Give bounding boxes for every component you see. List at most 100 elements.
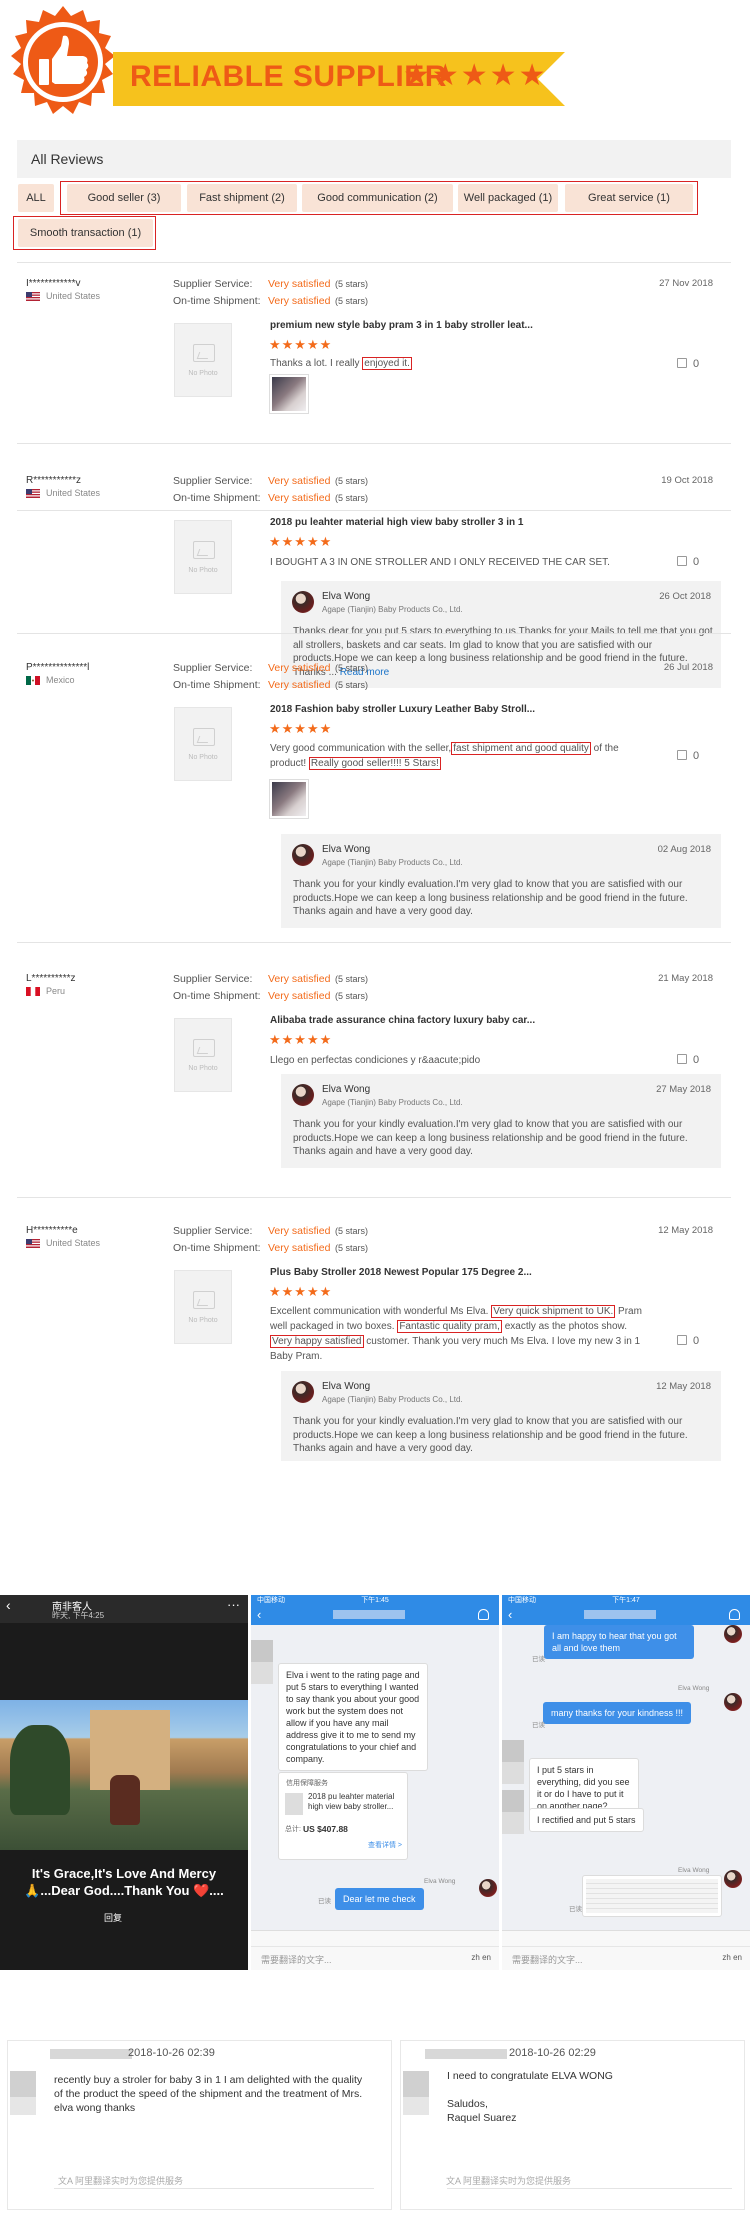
more-icon[interactable]: ··· [227, 1597, 240, 1612]
no-photo-label: No Photo [188, 1317, 218, 1324]
like-button[interactable]: 0 [677, 1054, 699, 1066]
review-text: Very good communication with the seller,… [270, 742, 619, 770]
like-button[interactable]: 0 [677, 556, 699, 568]
filter-great-service[interactable]: Great service (1) [565, 184, 693, 212]
language-toggle[interactable]: zh en [722, 1953, 742, 1962]
filter-fast-shipment[interactable]: Fast shipment (2) [187, 184, 297, 212]
product-image-placeholder[interactable]: No Photo [174, 707, 232, 781]
reply-link[interactable]: 回复 [104, 1911, 122, 1924]
chat-screenshot-1: 中国移动 下午1:45 ‹ Elva i went to the rating … [251, 1595, 499, 1970]
chat-title-blurred [333, 1610, 405, 1619]
customer-avatar-blur [502, 1762, 524, 1784]
supplier-service-stars: (5 stars) [335, 663, 369, 673]
seller-company: Agape (Tianjin) Baby Products Co., Ltd. [322, 858, 463, 867]
filter-good-communication[interactable]: Good communication (2) [302, 184, 453, 212]
product-title-link[interactable]: 2018 Fashion baby stroller Luxury Leathe… [270, 704, 535, 715]
product-image-placeholder[interactable]: No Photo [174, 520, 232, 594]
reviewer-name: H**********e [26, 1225, 78, 1236]
supplier-service-value: Very satisfied [268, 278, 331, 290]
review-text: Excellent communication with wonderful M… [270, 1305, 642, 1362]
product-title-link[interactable]: Plus Baby Stroller 2018 Newest Popular 1… [270, 1267, 532, 1278]
customer-avatar [403, 2071, 429, 2097]
reviewer-country: United States [46, 291, 101, 301]
reviewer-country: United States [46, 488, 101, 498]
reviewer-country: Peru [46, 986, 66, 996]
customer-avatar-blur [251, 1662, 273, 1684]
product-rating-stars: ★★★★★ [269, 721, 333, 736]
moment-time: 昨天, 下午4:25 [52, 1611, 105, 1620]
like-button[interactable]: 0 [677, 358, 699, 370]
supplier-service-label: Supplier Service: [173, 1225, 253, 1237]
filter-good-seller[interactable]: Good seller (3) [67, 184, 181, 212]
image-icon [193, 1039, 215, 1057]
filter-well-packaged[interactable]: Well packaged (1) [458, 184, 558, 212]
ontime-shipment-stars: (5 stars) [335, 493, 369, 503]
reply-text: Thank you for your kindly evaluation.I'm… [293, 1119, 688, 1157]
like-button[interactable]: 0 [677, 1335, 699, 1347]
image-icon [193, 1291, 215, 1309]
ontime-shipment-value: Very satisfied [268, 679, 331, 691]
review-date: 26 Jul 2018 [663, 662, 713, 673]
moment-caption: It's Grace,It's Love And Mercy 🙏...Dear … [24, 1866, 224, 1898]
card-details-link[interactable]: 查看详情 > [368, 1840, 402, 1852]
sender-name: Elva Wong [424, 1878, 456, 1885]
seller-avatar [292, 591, 314, 613]
filter-all[interactable]: ALL [18, 184, 54, 212]
review-text: I BOUGHT A 3 IN ONE STROLLER AND I ONLY … [270, 557, 610, 568]
supplier-service-stars: (5 stars) [335, 974, 369, 984]
product-image-placeholder[interactable]: No Photo [174, 323, 232, 397]
status-time: 下午1:47 [612, 1597, 640, 1604]
profile-icon[interactable] [478, 1609, 489, 1620]
mexico-flag-icon [26, 676, 40, 685]
divider [17, 1197, 731, 1198]
reply-date: 02 Aug 2018 [657, 844, 711, 855]
customer-message: I rectified and put 5 stars [529, 1808, 644, 1832]
seller-avatar [724, 1693, 742, 1711]
ontime-shipment-value: Very satisfied [268, 295, 331, 307]
like-button[interactable]: 0 [677, 750, 699, 762]
banner-title: RELIABLE SUPPLIER [130, 60, 447, 93]
supplier-service-value: Very satisfied [268, 1225, 331, 1237]
photo-stroller [110, 1775, 140, 1825]
back-arrow-icon[interactable]: ‹ [508, 1607, 512, 1622]
chat-screenshots: ‹ 南非客人 昨天, 下午4:25 ··· It's Grace,It's Lo… [0, 1595, 750, 1985]
sender-blurred [425, 2049, 507, 2059]
reply-date: 27 May 2018 [656, 1084, 711, 1095]
product-title-link[interactable]: Alibaba trade assurance china factory lu… [270, 1015, 535, 1026]
chat-message: Elva i went to the rating page and put 5… [278, 1663, 428, 1771]
photo-tree [10, 1725, 70, 1815]
customer-moment-screenshot: ‹ 南非客人 昨天, 下午4:25 ··· It's Grace,It's Lo… [0, 1595, 248, 1970]
review-item: H**********e United States Supplier Serv… [17, 1225, 731, 1461]
review-date: 19 Oct 2018 [661, 475, 713, 486]
back-arrow-icon[interactable]: ‹ [257, 1607, 261, 1622]
reviewer-name: R***********z [26, 475, 82, 486]
shared-screenshot[interactable] [582, 1875, 722, 1917]
product-rating-stars: ★★★★★ [269, 534, 333, 549]
read-status: 已读 [532, 1656, 545, 1663]
supplier-service-stars: (5 stars) [335, 279, 369, 289]
us-flag-icon [26, 292, 40, 301]
language-toggle[interactable]: zh en [471, 1953, 491, 1962]
back-arrow-icon[interactable]: ‹ [6, 1597, 11, 1613]
product-image-placeholder[interactable]: No Photo [174, 1018, 232, 1092]
product-image-placeholder[interactable]: No Photo [174, 1270, 232, 1344]
product-title-link[interactable]: premium new style baby pram 3 in 1 baby … [270, 320, 533, 331]
chat-header: 中国移动 下午1:45 ‹ [251, 1595, 499, 1625]
image-icon [193, 541, 215, 559]
chat-input-bar: 需要翻译的文字... zh en [502, 1930, 750, 1970]
supplier-service-value: Very satisfied [268, 973, 331, 985]
review-photo[interactable] [269, 374, 309, 414]
filter-smooth-transaction[interactable]: Smooth transaction (1) [18, 219, 153, 247]
chat-input[interactable]: 需要翻译的文字... [261, 1953, 332, 1966]
ontime-shipment-value: Very satisfied [268, 1242, 331, 1254]
chat-input[interactable]: 需要翻译的文字... [512, 1953, 583, 1966]
peru-flag-icon [26, 987, 40, 996]
message-card: 2018-10-26 02:39 recently buy a stroler … [7, 2040, 392, 2210]
card-product-thumb [285, 1793, 303, 1815]
ontime-shipment-label: On-time Shipment: [173, 1242, 261, 1254]
order-card[interactable]: 信用保障服务 2018 pu leahter material high vie… [278, 1772, 408, 1860]
card-total: US $407.88 [303, 1824, 348, 1834]
review-photo[interactable] [269, 779, 309, 819]
profile-icon[interactable] [729, 1609, 740, 1620]
product-title-link[interactable]: 2018 pu leahter material high view baby … [270, 517, 523, 528]
